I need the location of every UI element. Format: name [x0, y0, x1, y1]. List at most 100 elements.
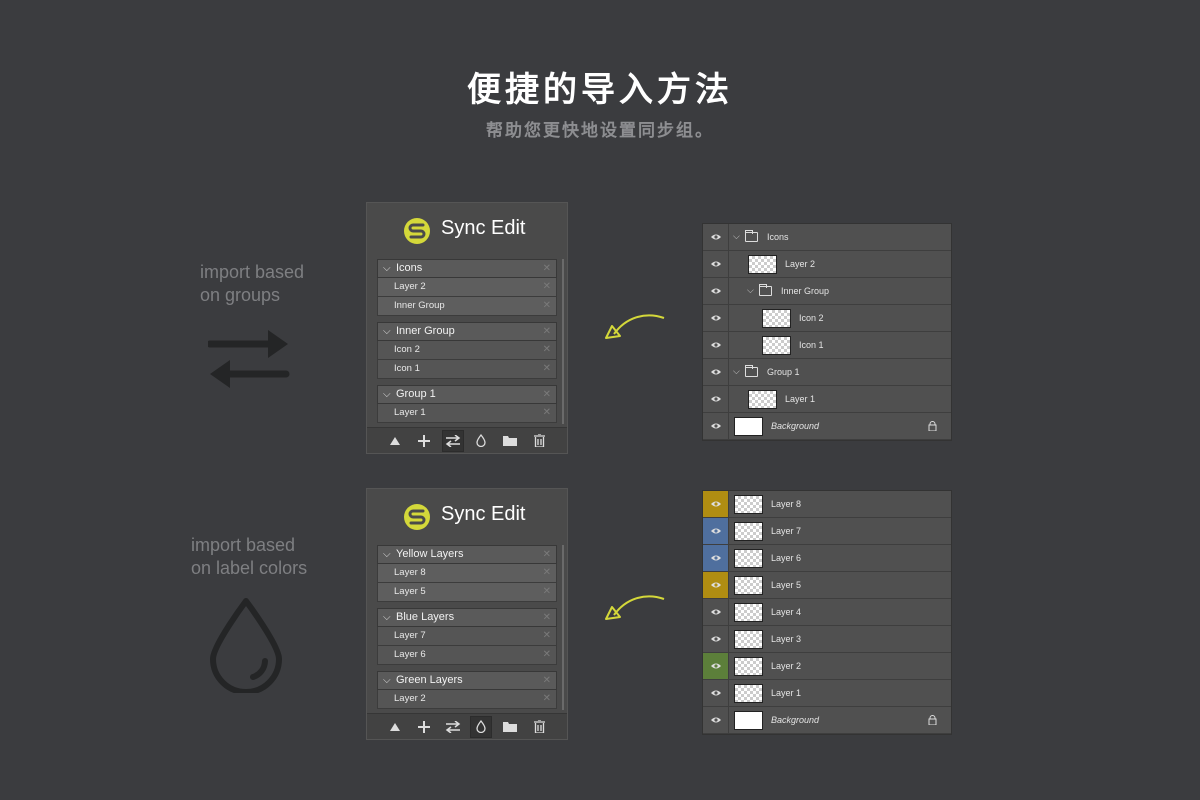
chevron-down-icon[interactable]: ⌵ [383, 546, 391, 563]
layer-row[interactable]: Icon 1 [703, 332, 951, 359]
close-icon[interactable]: ✕ [543, 341, 551, 359]
eye-icon[interactable] [703, 626, 729, 652]
group-icons[interactable]: ⌵ Icons ✕ Layer 2 ✕ Inner Group ✕ [377, 259, 557, 316]
group-inner-group[interactable]: ⌵ Inner Group ✕ Icon 2 ✕ Icon 1 ✕ [377, 322, 557, 379]
import-groups-button[interactable] [441, 429, 464, 452]
close-icon[interactable]: ✕ [543, 404, 551, 422]
close-icon[interactable]: ✕ [543, 690, 551, 708]
eye-icon[interactable] [703, 278, 729, 304]
eye-icon[interactable] [703, 599, 729, 625]
eye-icon[interactable] [703, 491, 729, 517]
layer-name: Layer 6 [771, 553, 802, 563]
group-header[interactable]: ⌵ Inner Group ✕ [377, 322, 557, 341]
layer-row[interactable]: ⌵ Inner Group [703, 278, 951, 305]
close-icon[interactable]: ✕ [543, 564, 551, 582]
add-button[interactable] [413, 716, 435, 738]
list-item[interactable]: Layer 1 ✕ [377, 404, 557, 423]
layer-row-background[interactable]: Background [703, 707, 951, 734]
layer-row[interactable]: Layer 4 [703, 599, 951, 626]
close-icon[interactable]: ✕ [543, 609, 551, 626]
layer-row[interactable]: ⌵ Icons [703, 224, 951, 251]
folder-icon [759, 284, 772, 296]
list-item[interactable]: Inner Group ✕ [377, 297, 557, 316]
eye-icon[interactable] [703, 224, 729, 250]
group-header[interactable]: ⌵ Icons ✕ [377, 259, 557, 278]
move-up-button[interactable] [384, 716, 406, 738]
eye-icon[interactable] [703, 332, 729, 358]
group-blue-layers[interactable]: ⌵ Blue Layers ✕ Layer 7 ✕ Layer 6 ✕ [377, 608, 557, 665]
import-groups-button[interactable] [442, 716, 464, 738]
list-item[interactable]: Icon 1 ✕ [377, 360, 557, 379]
close-icon[interactable]: ✕ [543, 323, 551, 340]
chevron-down-icon[interactable]: ⌵ [383, 609, 391, 626]
eye-icon[interactable] [703, 251, 729, 277]
chevron-down-icon[interactable]: ⌵ [383, 323, 391, 340]
import-colors-button[interactable] [470, 715, 493, 738]
list-item[interactable]: Layer 2 ✕ [377, 278, 557, 297]
list-item[interactable]: Layer 2 ✕ [377, 690, 557, 709]
list-item[interactable]: Layer 6 ✕ [377, 646, 557, 665]
move-up-button[interactable] [384, 430, 406, 452]
layer-row[interactable]: Layer 1 [703, 680, 951, 707]
layer-row[interactable]: Layer 2 [703, 251, 951, 278]
folder-button[interactable] [499, 430, 521, 452]
group-header[interactable]: ⌵ Green Layers ✕ [377, 671, 557, 690]
list-item[interactable]: Layer 5 ✕ [377, 583, 557, 602]
layers-panel-groups: ⌵ Icons Layer 2 ⌵ Inner Group Icon 2 Ico… [702, 223, 952, 441]
close-icon[interactable]: ✕ [543, 360, 551, 378]
scrollbar[interactable] [562, 545, 564, 710]
chevron-down-icon[interactable]: ⌵ [383, 386, 391, 403]
chevron-down-icon[interactable]: ⌵ [383, 672, 391, 689]
layer-row[interactable]: Layer 2 [703, 653, 951, 680]
group-green-layers[interactable]: ⌵ Green Layers ✕ Layer 2 ✕ [377, 671, 557, 709]
layer-row-background[interactable]: Background [703, 413, 951, 440]
layer-row[interactable]: Layer 8 [703, 491, 951, 518]
list-item[interactable]: Layer 7 ✕ [377, 627, 557, 646]
add-button[interactable] [413, 430, 435, 452]
group-header[interactable]: ⌵ Blue Layers ✕ [377, 608, 557, 627]
close-icon[interactable]: ✕ [543, 297, 551, 315]
eye-icon[interactable] [703, 413, 729, 439]
layer-row[interactable]: Layer 7 [703, 518, 951, 545]
list-item[interactable]: Layer 8 ✕ [377, 564, 557, 583]
close-icon[interactable]: ✕ [543, 260, 551, 277]
scrollbar[interactable] [562, 259, 564, 424]
delete-button[interactable] [528, 716, 550, 738]
close-icon[interactable]: ✕ [543, 386, 551, 403]
chevron-down-icon[interactable]: ⌵ [747, 278, 754, 304]
eye-icon[interactable] [703, 359, 729, 385]
close-icon[interactable]: ✕ [543, 627, 551, 645]
list-item[interactable]: Icon 2 ✕ [377, 341, 557, 360]
eye-icon[interactable] [703, 386, 729, 412]
eye-icon[interactable] [703, 572, 729, 598]
import-colors-button[interactable] [470, 430, 492, 452]
chevron-down-icon[interactable]: ⌵ [733, 359, 740, 385]
eye-icon[interactable] [703, 653, 729, 679]
delete-button[interactable] [528, 430, 550, 452]
folder-button[interactable] [499, 716, 521, 738]
layer-row[interactable]: ⌵ Group 1 [703, 359, 951, 386]
group-header[interactable]: ⌵ Group 1 ✕ [377, 385, 557, 404]
chevron-down-icon[interactable]: ⌵ [733, 224, 740, 250]
layer-thumbnail [734, 549, 763, 568]
close-icon[interactable]: ✕ [543, 646, 551, 664]
group-group-1[interactable]: ⌵ Group 1 ✕ Layer 1 ✕ [377, 385, 557, 423]
layer-row[interactable]: Icon 2 [703, 305, 951, 332]
eye-icon[interactable] [703, 707, 729, 733]
eye-icon[interactable] [703, 545, 729, 571]
layer-row[interactable]: Layer 1 [703, 386, 951, 413]
layer-row[interactable]: Layer 6 [703, 545, 951, 572]
chevron-down-icon[interactable]: ⌵ [383, 260, 391, 277]
group-yellow-layers[interactable]: ⌵ Yellow Layers ✕ Layer 8 ✕ Layer 5 ✕ [377, 545, 557, 602]
eye-icon[interactable] [703, 518, 729, 544]
layer-row[interactable]: Layer 5 [703, 572, 951, 599]
close-icon[interactable]: ✕ [543, 546, 551, 563]
close-icon[interactable]: ✕ [543, 583, 551, 601]
group-name: Green Layers [396, 674, 463, 686]
close-icon[interactable]: ✕ [543, 672, 551, 689]
eye-icon[interactable] [703, 305, 729, 331]
eye-icon[interactable] [703, 680, 729, 706]
close-icon[interactable]: ✕ [543, 278, 551, 296]
group-header[interactable]: ⌵ Yellow Layers ✕ [377, 545, 557, 564]
layer-row[interactable]: Layer 3 [703, 626, 951, 653]
